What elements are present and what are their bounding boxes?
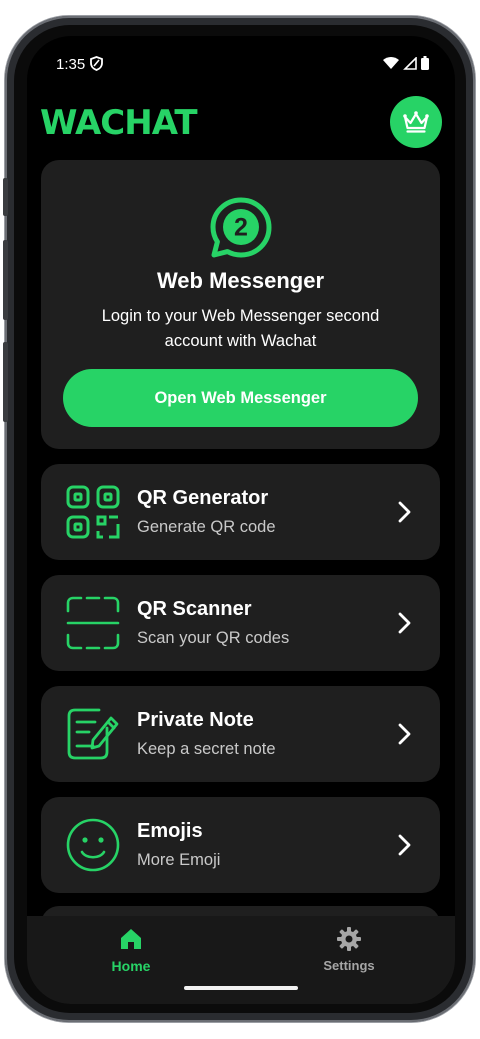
feature-subtitle: More Emoji xyxy=(137,851,221,869)
open-web-messenger-button[interactable]: Open Web Messenger xyxy=(63,369,418,427)
feature-title: Emojis xyxy=(137,820,203,842)
feature-subtitle: Scan your QR codes xyxy=(137,629,290,647)
feature-title: Private Note xyxy=(137,709,254,731)
crown-icon xyxy=(403,111,429,133)
status-time: 1:35 xyxy=(56,56,86,73)
feature-row-private-note[interactable]: Private Note Keep a secret note xyxy=(41,686,440,782)
gesture-home-bar xyxy=(184,986,298,990)
gear-icon xyxy=(337,927,361,951)
chevron-right-icon xyxy=(398,723,411,745)
hero-description: Login to your Web Messenger second accou… xyxy=(101,307,380,350)
private-note-icon xyxy=(67,708,119,760)
messenger-logo-number: 2 xyxy=(234,214,248,242)
bottom-navigation: Home Settings xyxy=(27,916,455,1004)
status-icons xyxy=(383,56,429,70)
nav-settings-label: Settings xyxy=(323,958,375,973)
home-icon xyxy=(121,929,141,949)
feature-row-qr-generator[interactable]: QR Generator Generate QR code xyxy=(41,464,440,560)
signal-icon xyxy=(403,56,417,70)
chevron-right-icon xyxy=(398,501,411,523)
chevron-right-icon xyxy=(398,612,411,634)
qr-generator-icon xyxy=(66,485,120,539)
app-screen: 1:35 WACHAT 2 Web Messenger Login to you… xyxy=(27,36,455,1004)
feature-row-emojis[interactable]: Emojis More Emoji xyxy=(41,797,440,893)
feature-row-qr-scanner[interactable]: QR Scanner Scan your QR codes xyxy=(41,575,440,671)
wifi-icon xyxy=(383,56,399,69)
feature-subtitle: Generate QR code xyxy=(137,518,276,536)
nav-home-label: Home xyxy=(111,958,151,974)
status-bar: 1:35 xyxy=(27,52,455,76)
nav-home[interactable]: Home xyxy=(99,926,163,974)
feature-title: QR Generator xyxy=(137,487,269,509)
hero-title: Web Messenger xyxy=(156,268,325,293)
messenger-logo-icon: 2 xyxy=(210,197,272,258)
chevron-right-icon xyxy=(398,834,411,856)
app-brand: WACHAT xyxy=(40,103,198,143)
qr-scanner-icon xyxy=(66,596,120,650)
web-messenger-card: 2 Web Messenger Login to your Web Messen… xyxy=(41,160,440,449)
shield-icon xyxy=(90,56,103,75)
phone-side-button xyxy=(3,240,8,320)
emoji-icon xyxy=(66,818,120,872)
feature-title: QR Scanner xyxy=(137,598,252,620)
phone-side-button xyxy=(3,342,8,422)
battery-icon xyxy=(421,56,429,70)
phone-side-button xyxy=(3,178,8,216)
nav-settings[interactable]: Settings xyxy=(313,926,385,973)
feature-subtitle: Keep a secret note xyxy=(137,740,276,758)
premium-button[interactable] xyxy=(390,96,442,148)
